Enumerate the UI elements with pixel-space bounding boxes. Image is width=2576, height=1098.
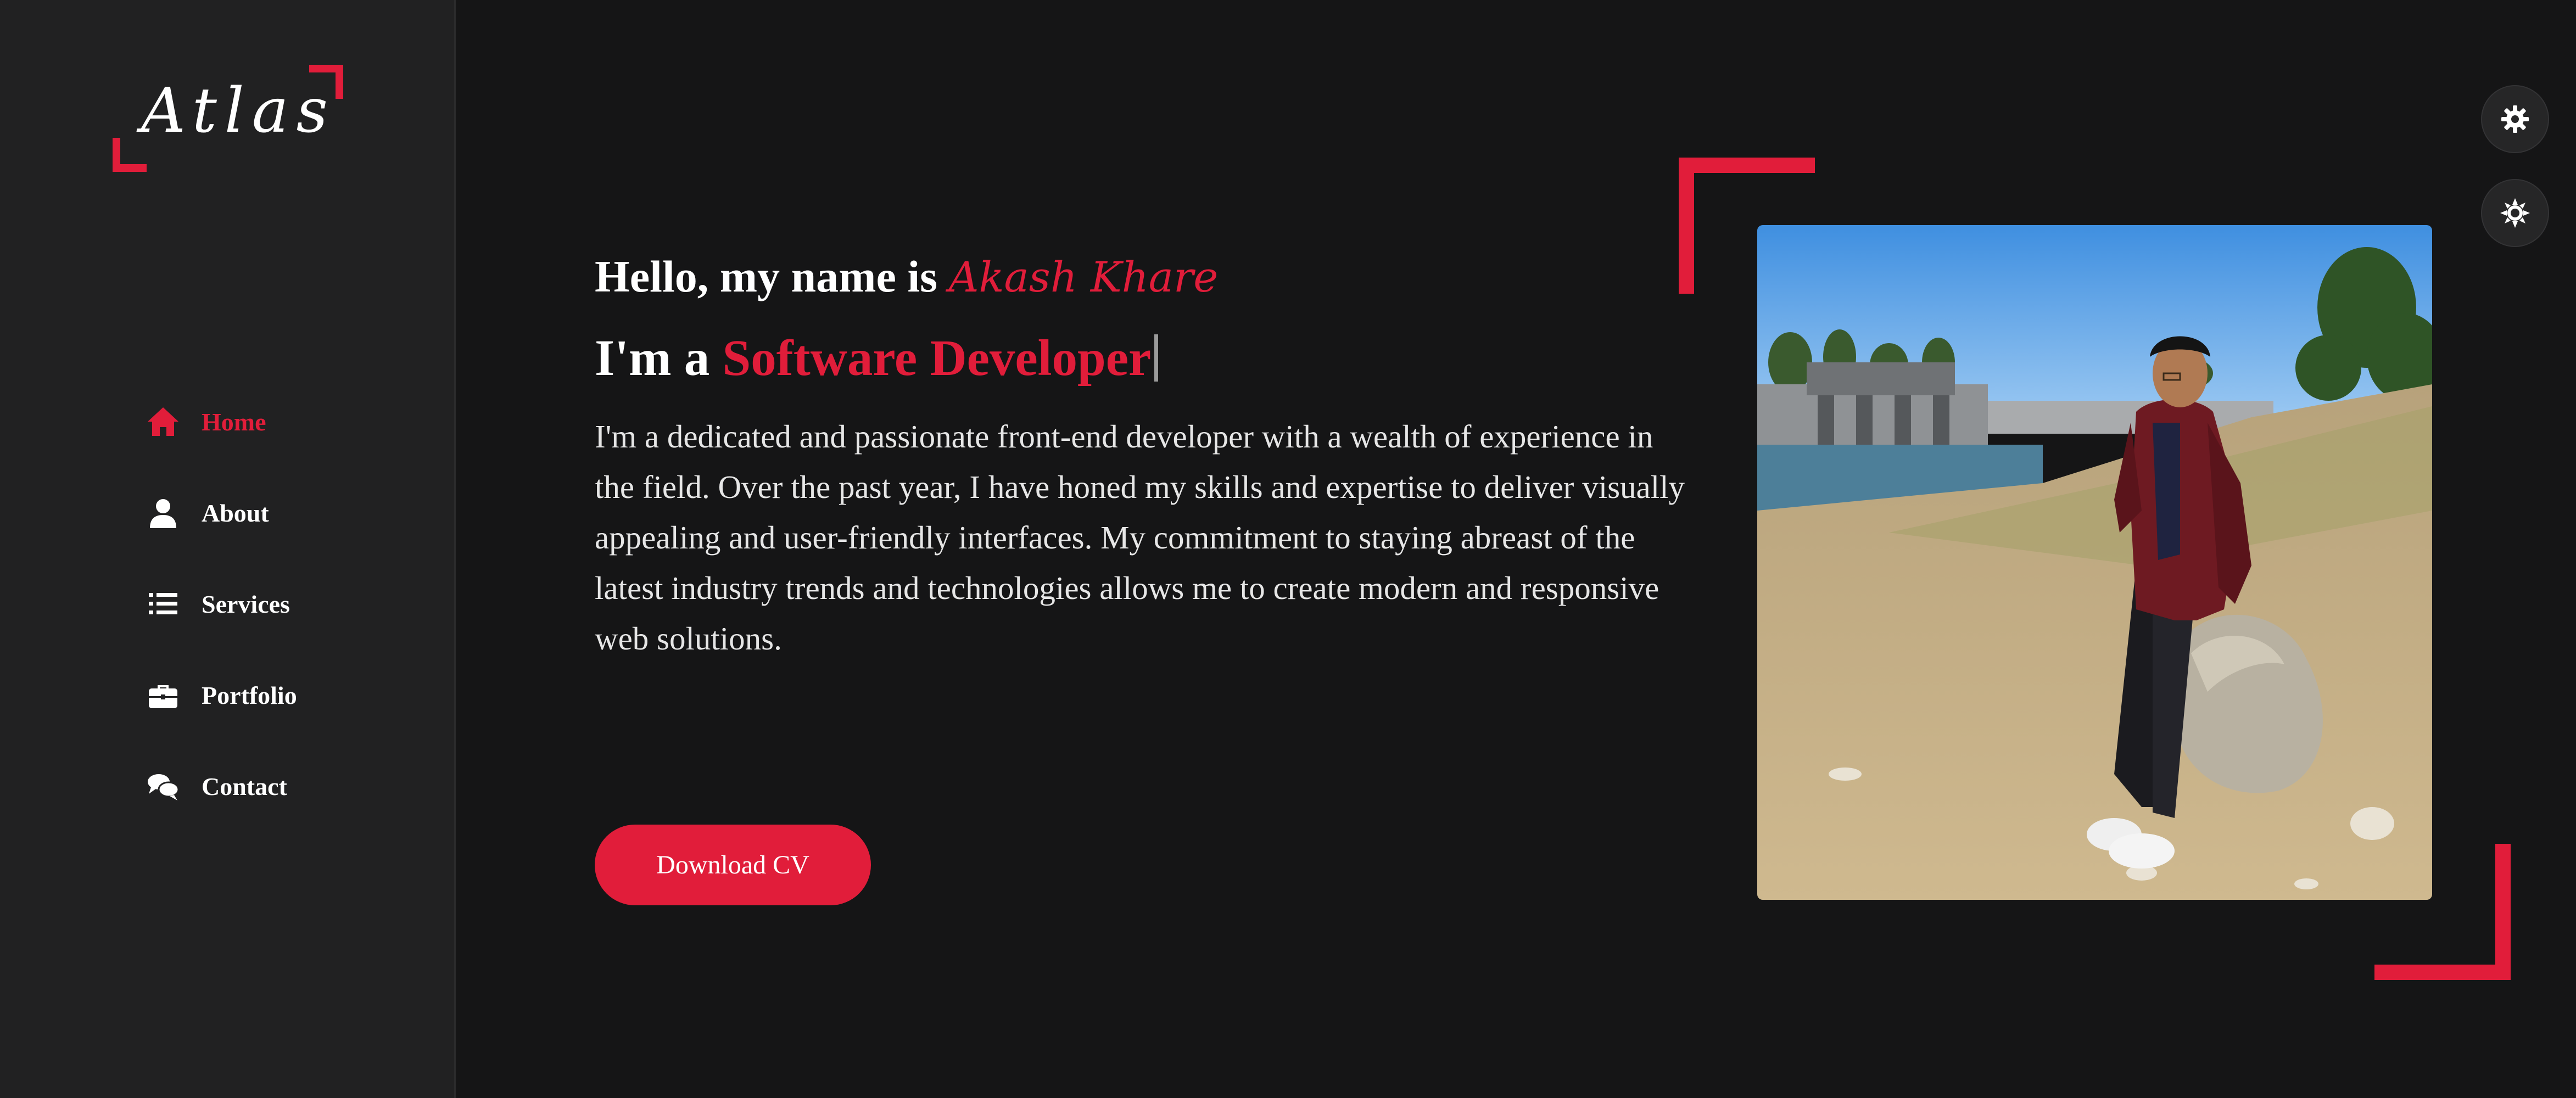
greeting-prefix: Hello, my name is bbox=[595, 251, 949, 301]
profile-photo bbox=[1757, 225, 2432, 900]
role-title: Software Developer bbox=[722, 330, 1152, 387]
sidebar: Atlas Home About Services Portfolio Cont… bbox=[0, 0, 456, 1098]
nav-item-about[interactable]: About bbox=[146, 489, 297, 536]
nav-item-contact[interactable]: Contact bbox=[146, 763, 297, 810]
nav-label-about: About bbox=[202, 498, 269, 527]
profile-photo-illustration bbox=[1757, 225, 2432, 900]
list-icon bbox=[149, 593, 177, 614]
hero-section: Hello, my name is Akash Khare I'm a Soft… bbox=[595, 250, 1698, 696]
sun-icon bbox=[2500, 198, 2530, 228]
user-icon bbox=[150, 499, 176, 528]
nav-item-portfolio[interactable]: Portfolio bbox=[146, 671, 297, 719]
bio-paragraph: I'm a dedicated and passionate front-end… bbox=[595, 418, 1685, 657]
nav-item-home[interactable]: Home bbox=[146, 398, 297, 445]
gear-icon bbox=[2501, 105, 2529, 133]
typing-cursor bbox=[1154, 334, 1159, 382]
nav-item-services[interactable]: Services bbox=[146, 580, 297, 628]
person-name: Akash Khare bbox=[948, 253, 1219, 301]
theme-toggle-button[interactable] bbox=[2481, 179, 2549, 247]
nav-label-contact: Contact bbox=[202, 772, 287, 800]
nav-label-portfolio: Portfolio bbox=[202, 681, 297, 709]
download-cv-button[interactable]: Download CV bbox=[595, 825, 871, 905]
role-heading: I'm a Software Developer bbox=[595, 328, 1698, 389]
site-logo[interactable]: Atlas bbox=[113, 65, 343, 172]
greeting-heading: Hello, my name is Akash Khare bbox=[595, 250, 1698, 304]
briefcase-icon bbox=[149, 685, 177, 708]
comments-icon bbox=[148, 774, 180, 800]
settings-button[interactable] bbox=[2481, 85, 2549, 153]
main-nav: Home About Services Portfolio Contact bbox=[146, 398, 297, 854]
nav-label-services: Services bbox=[202, 590, 290, 618]
home-icon bbox=[148, 407, 178, 436]
nav-label-home: Home bbox=[202, 407, 266, 436]
logo-text: Atlas bbox=[141, 75, 336, 147]
role-prefix: I'm a bbox=[595, 330, 723, 387]
